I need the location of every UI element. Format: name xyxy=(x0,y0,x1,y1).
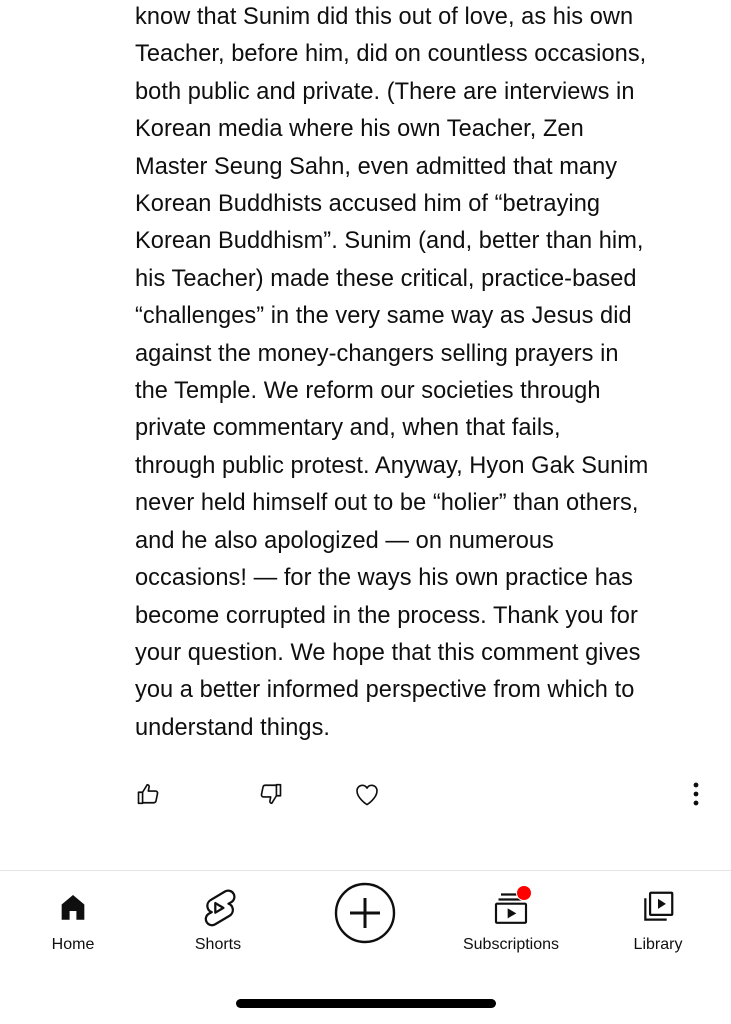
comment-line: you a better informed perspective from w… xyxy=(135,677,635,704)
comment-line: private commentary and, when that fails, xyxy=(135,415,561,442)
comment-line: never held himself out to be “holier” th… xyxy=(135,490,639,517)
heart-icon xyxy=(356,784,378,806)
nav-library-label: Library xyxy=(633,936,683,953)
nav-subscriptions[interactable]: Subscriptions xyxy=(441,885,581,955)
comment-line: Korean media where his own Teacher, Zen xyxy=(135,116,584,143)
library-icon xyxy=(636,885,680,929)
thumbs-up-icon xyxy=(137,783,159,805)
comment-line: and he also apologized — on numerous xyxy=(135,527,554,554)
create-button[interactable] xyxy=(334,882,396,944)
like-button[interactable] xyxy=(131,776,167,812)
comment-line: his Teacher) made these critical, practi… xyxy=(135,265,637,292)
more-options-button[interactable] xyxy=(678,776,714,812)
create-plus-icon xyxy=(334,882,396,944)
subscriptions-icon xyxy=(489,885,533,929)
comment-line: Korean Buddhists accused him of “betrayi… xyxy=(135,191,601,218)
nav-home[interactable]: Home xyxy=(3,885,143,955)
comment-line: through public protest. Anyway, Hyon Gak… xyxy=(135,452,649,479)
comment-line: Teacher, before him, did on countless oc… xyxy=(135,41,647,68)
comment-line: Korean Buddhism”. Sunim (and, better tha… xyxy=(135,228,644,255)
comment-line: the Temple. We reform our societies thro… xyxy=(135,378,601,405)
comment-line: Master Seung Sahn, even admitted that ma… xyxy=(135,153,618,180)
thumbs-down-icon xyxy=(260,783,282,805)
bottom-navigation: Home Shorts Subscriptions Library xyxy=(0,871,731,981)
nav-subscriptions-label: Subscriptions xyxy=(462,936,560,953)
home-icon xyxy=(51,885,95,929)
more-vertical-icon xyxy=(693,782,699,806)
nav-shorts[interactable]: Shorts xyxy=(148,885,288,955)
comment-line: against the money-changers selling praye… xyxy=(135,340,619,367)
comment-line: both public and private. (There are inte… xyxy=(135,78,635,105)
home-indicator[interactable] xyxy=(236,999,496,1008)
comment-line: occasions! — for the ways his own practi… xyxy=(135,565,633,592)
dislike-button[interactable] xyxy=(252,776,288,812)
comment-line: know that Sunim did this out of love, as… xyxy=(135,4,634,30)
comment-line: “challenges” in the very same way as Jes… xyxy=(135,303,632,330)
nav-home-label: Home xyxy=(51,936,95,953)
shorts-icon xyxy=(196,885,240,929)
comment-actions xyxy=(0,776,731,812)
nav-shorts-label: Shorts xyxy=(194,936,242,953)
notification-dot xyxy=(516,885,532,901)
nav-library[interactable]: Library xyxy=(588,885,728,955)
comment-line: understand things. xyxy=(135,714,331,741)
heart-button[interactable] xyxy=(349,776,385,812)
comment-text: know that Sunim did this out of love, as… xyxy=(135,0,715,747)
comment-line: become corrupted in the process. Thank y… xyxy=(135,602,638,629)
comment-line: your question. We hope that this comment… xyxy=(135,639,641,666)
